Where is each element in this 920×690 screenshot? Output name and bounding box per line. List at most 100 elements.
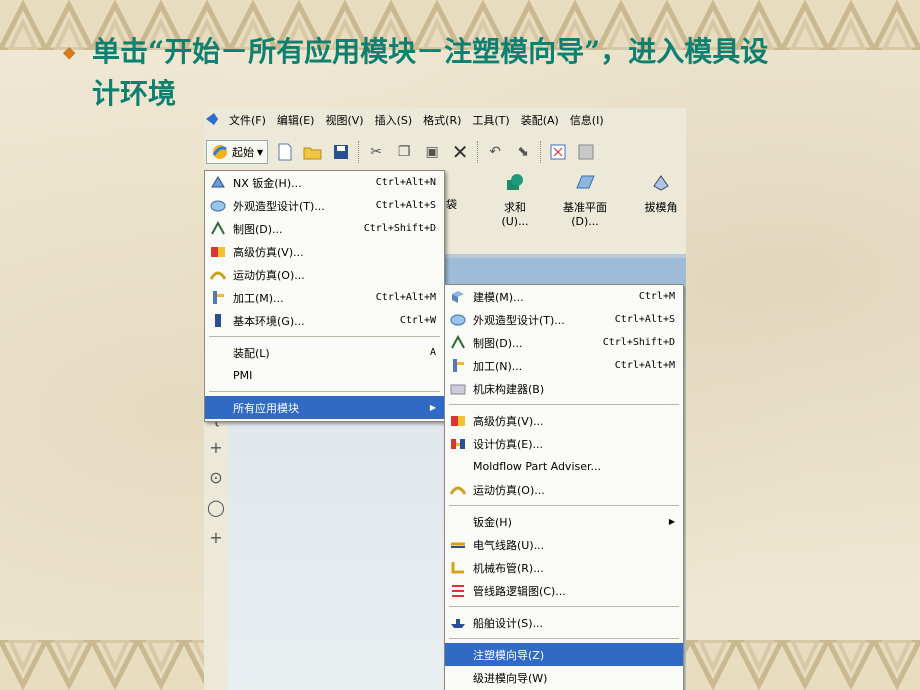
apps-menu-item-label: 建模(M)...: [473, 290, 524, 304]
unite-label: 求和: [504, 201, 526, 214]
toolbar-separator: [540, 141, 542, 163]
start-menu-item[interactable]: NX 钣金(H)... Ctrl+Alt+N: [205, 171, 444, 194]
apps-menu-item[interactable]: 运动仿真(O)...: [445, 478, 683, 501]
menu-file[interactable]: 文件(F): [229, 112, 266, 128]
unite-icon: [507, 174, 523, 190]
apps-menu-item[interactable]: 管线路逻辑图(C)...: [445, 579, 683, 602]
menu-separator: [449, 404, 679, 405]
new-file-icon[interactable]: [274, 141, 296, 163]
undo-icon[interactable]: ↶: [484, 141, 506, 163]
start-menu-item-label: 外观造型设计(T)...: [233, 199, 325, 213]
toolbar-separator: [477, 141, 479, 163]
unite-sub-label: (U)...: [501, 215, 529, 228]
paste-icon[interactable]: ▣: [421, 141, 443, 163]
apps-menu-item-label: 设计仿真(E)...: [473, 437, 544, 451]
start-menu-item[interactable]: 装配(L) A: [205, 341, 444, 364]
start-menu-item[interactable]: 高级仿真(V)...: [205, 240, 444, 263]
start-menu-item-shortcut: Ctrl+Shift+D: [363, 223, 436, 234]
open-folder-icon[interactable]: [302, 141, 324, 163]
menu-edit[interactable]: 编辑(E): [277, 112, 315, 128]
apps-menu-item-label: 高级仿真(V)...: [473, 414, 544, 428]
datum-plane-button[interactable]: 基准平面 (D)...: [556, 170, 614, 228]
apps-menu-item-label: 加工(N)...: [473, 359, 523, 373]
apps-menu-item[interactable]: 钣金(H) ▶: [445, 510, 683, 533]
start-button[interactable]: 起始 ▼: [206, 140, 269, 164]
apps-menu-item-label: 注塑模向导(Z): [473, 648, 545, 662]
feature-toolbar: 袋 求和 (U)... 基准平面 (D)... 拔模角: [444, 170, 686, 234]
menu-separator: [209, 391, 440, 392]
select-icon[interactable]: ⬊: [512, 141, 534, 163]
start-menu-item-label: 基本环境(G)...: [233, 314, 305, 328]
menu-assembly[interactable]: 装配(A): [521, 112, 559, 128]
ship-icon: [450, 615, 466, 630]
display-icon[interactable]: [575, 141, 597, 163]
gateway-icon: [210, 313, 226, 328]
machining-icon: [210, 290, 226, 305]
wiring-icon: [450, 537, 466, 552]
start-menu-item-label: 制图(D)...: [233, 222, 283, 236]
start-menu-item[interactable]: 运动仿真(O)...: [205, 263, 444, 286]
diamond-bullet-icon: ❖: [62, 43, 77, 63]
apps-menu-item-label: 电气线路(U)...: [473, 538, 545, 552]
apps-menu-item-label: 级进模向导(W): [473, 671, 548, 685]
draft-button[interactable]: 拔模角: [638, 170, 684, 215]
circle-center-icon[interactable]: ⊙: [204, 468, 228, 498]
window-icon[interactable]: [547, 141, 569, 163]
start-menu-item-shortcut: Ctrl+W: [399, 315, 436, 326]
menu-info[interactable]: 信息(I): [570, 112, 604, 128]
unite-button[interactable]: 求和 (U)...: [492, 170, 538, 228]
cut-icon[interactable]: ✂: [365, 141, 387, 163]
apps-menu-item[interactable]: 高级仿真(V)...: [445, 409, 683, 432]
start-menu-item[interactable]: 所有应用模块 ▶: [205, 396, 444, 419]
start-menu-item[interactable]: PMI: [205, 364, 444, 387]
apps-menu-item[interactable]: 机床构建器(B): [445, 377, 683, 400]
apps-menu-item-shortcut: Ctrl+Shift+D: [602, 337, 675, 348]
save-icon[interactable]: [330, 141, 352, 163]
apps-menu-item-label: 机械布管(R)...: [473, 561, 544, 575]
cross-icon[interactable]: +: [204, 528, 228, 558]
apps-menu-item[interactable]: 设计仿真(E)...: [445, 432, 683, 455]
start-menu-item[interactable]: 基本环境(G)... Ctrl+W: [205, 309, 444, 332]
sheet-metal-icon: [210, 175, 226, 190]
start-icon: [212, 145, 227, 159]
menu-insert[interactable]: 插入(S): [375, 112, 413, 128]
start-menu-item-shortcut: Ctrl+Alt+N: [375, 177, 436, 188]
apps-menu-item[interactable]: 级进模向导(W): [445, 666, 683, 689]
apps-menu-item[interactable]: 电气线路(U)...: [445, 533, 683, 556]
menu-format[interactable]: 格式(R): [423, 112, 461, 128]
apps-menu-item[interactable]: 注塑模向导(Z): [445, 643, 683, 666]
datum-plane-icon: [576, 175, 595, 189]
apps-menu-item[interactable]: 加工(N)... Ctrl+Alt+M: [445, 354, 683, 377]
apps-menu-item-label: 船舶设计(S)...: [473, 616, 544, 630]
point-icon[interactable]: +: [204, 438, 228, 468]
start-menu-item[interactable]: 制图(D)... Ctrl+Shift+D: [205, 217, 444, 240]
toolbar-separator: [358, 141, 360, 163]
apps-menu-item-label: 机床构建器(B): [473, 382, 545, 396]
apps-menu-item[interactable]: 建模(M)... Ctrl+M: [445, 285, 683, 308]
delete-icon[interactable]: ✕: [449, 140, 471, 164]
apps-menu-item[interactable]: 机械布管(R)...: [445, 556, 683, 579]
apps-menu-item[interactable]: Moldflow Part Adviser...: [445, 455, 683, 478]
start-menu: NX 钣金(H)... Ctrl+Alt+N 外观造型设计(T)... Ctrl+Al…: [204, 170, 445, 422]
apps-menu-item[interactable]: 制图(D)... Ctrl+Shift+D: [445, 331, 683, 354]
start-menu-item[interactable]: 加工(M)... Ctrl+Alt+M: [205, 286, 444, 309]
copy-icon[interactable]: ❐: [393, 141, 415, 163]
start-menu-item-shortcut: Ctrl+Alt+M: [375, 292, 436, 303]
chevron-down-icon: ▼: [257, 147, 264, 157]
shape-studio-icon: [450, 312, 466, 327]
routing-diagram-icon: [450, 583, 466, 598]
draft-label: 拔模角: [644, 201, 678, 214]
start-menu-item-label: 运动仿真(O)...: [233, 268, 305, 282]
start-menu-item[interactable]: 外观造型设计(T)... Ctrl+Alt+S: [205, 194, 444, 217]
menu-tools[interactable]: 工具(T): [472, 112, 509, 128]
apps-menu-item-shortcut: Ctrl+Alt+S: [614, 314, 675, 325]
start-menu-item-label: NX 钣金(H)...: [233, 176, 302, 190]
menu-view[interactable]: 视图(V): [325, 112, 363, 128]
motion-icon: [209, 267, 227, 282]
apps-menu-item[interactable]: 外观造型设计(T)... Ctrl+Alt+S: [445, 308, 683, 331]
apps-menu-item[interactable]: 船舶设计(S)...: [445, 611, 683, 634]
arc-icon[interactable]: ◯: [204, 498, 228, 528]
apps-menu-item-label: Moldflow Part Adviser...: [473, 460, 602, 473]
apps-menu-item-label: 外观造型设计(T)...: [473, 313, 565, 327]
apps-menu-item-label: 制图(D)...: [473, 336, 523, 350]
